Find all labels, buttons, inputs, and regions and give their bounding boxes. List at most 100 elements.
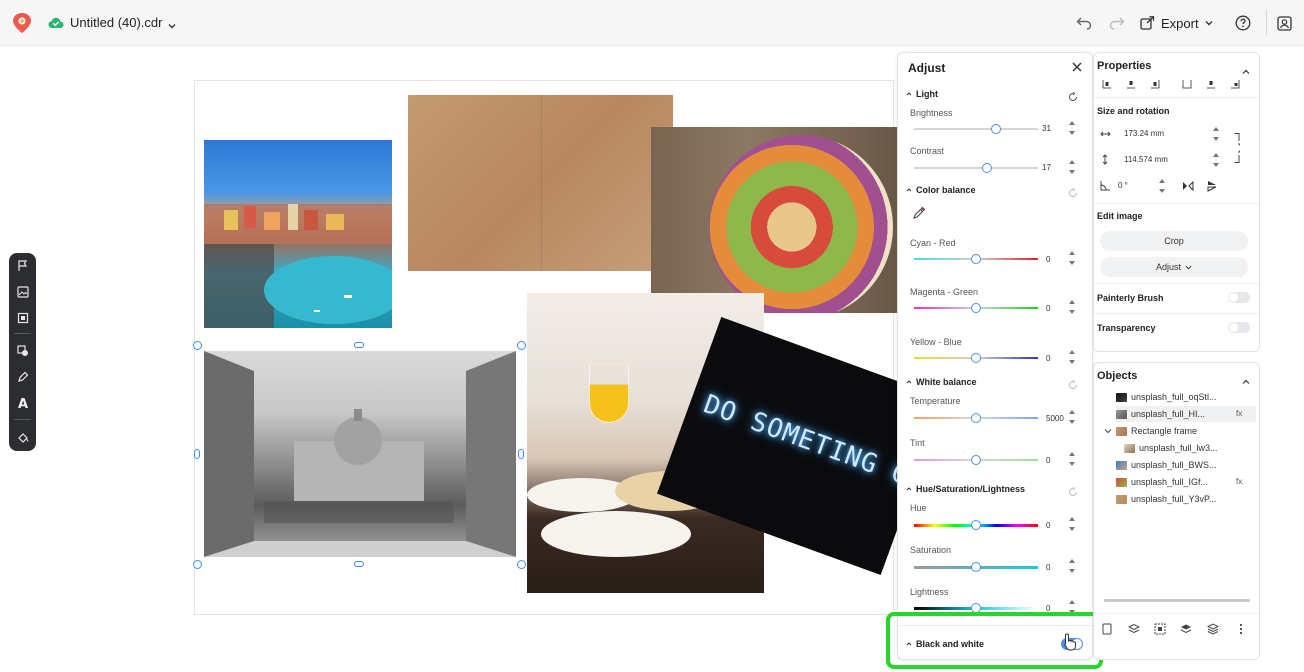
cyan-red-stepper[interactable]: [1068, 251, 1076, 265]
selection-handle-top-left[interactable]: [193, 341, 202, 350]
flip-horizontal-icon[interactable]: [1182, 179, 1194, 192]
page-icon[interactable]: [1100, 622, 1114, 636]
width-stepper[interactable]: [1212, 127, 1220, 141]
transparency-toggle[interactable]: [1228, 322, 1250, 333]
shape-icon[interactable]: [13, 341, 32, 360]
pen-icon[interactable]: [13, 367, 32, 386]
brightness-thumb[interactable]: [991, 124, 1001, 134]
selection-handle-left[interactable]: [194, 449, 200, 459]
reset-icon[interactable]: [1068, 484, 1080, 496]
tint-thumb[interactable]: [971, 455, 981, 465]
saturation-value[interactable]: 0: [1046, 563, 1070, 572]
close-icon[interactable]: [1070, 60, 1084, 74]
chevron-up-icon[interactable]: [1242, 63, 1250, 74]
object-group-rectangle-frame[interactable]: Rectangle frame: [1104, 423, 1197, 439]
text-icon[interactable]: A: [13, 393, 32, 412]
flag-icon[interactable]: [13, 256, 32, 275]
yellow-blue-stepper[interactable]: [1068, 350, 1076, 364]
lightness-stepper[interactable]: [1068, 600, 1076, 614]
object-item[interactable]: unsplash_full_Y3vP...: [1116, 491, 1216, 507]
contrast-stepper[interactable]: [1068, 160, 1076, 174]
selection-handle-right[interactable]: [518, 449, 524, 459]
effects-icon[interactable]: fx: [1236, 409, 1242, 418]
logo-icon[interactable]: [12, 12, 32, 34]
lightness-thumb[interactable]: [971, 603, 981, 613]
undo-icon[interactable]: [1074, 13, 1094, 33]
yellow-blue-value[interactable]: 0: [1046, 354, 1070, 363]
object-item[interactable]: unsplash_full_BWS...: [1116, 457, 1217, 473]
painterly-brush-toggle[interactable]: [1228, 292, 1250, 303]
section-color-balance[interactable]: Color balance: [906, 185, 976, 195]
section-light[interactable]: Light: [906, 89, 938, 99]
saturation-thumb[interactable]: [971, 562, 981, 572]
hue-thumb[interactable]: [971, 520, 981, 530]
object-item[interactable]: unsplash_full_lw3...: [1124, 440, 1218, 456]
rotation-stepper[interactable]: [1158, 179, 1166, 193]
tint-value[interactable]: 0: [1046, 456, 1070, 465]
export-button[interactable]: Export: [1140, 11, 1213, 35]
section-white-balance[interactable]: White balance: [906, 377, 977, 387]
section-hue-saturation-lightness[interactable]: Hue/Saturation/Lightness: [906, 484, 1025, 494]
adjust-button[interactable]: Adjust: [1100, 257, 1248, 277]
cyan-red-value[interactable]: 0: [1046, 255, 1070, 264]
section-black-and-white[interactable]: Black and white: [906, 639, 984, 649]
photo-kraft-paper[interactable]: [408, 95, 673, 271]
photo-salad-bowl[interactable]: [651, 127, 897, 313]
brightness-value[interactable]: 31: [1042, 124, 1066, 133]
fill-icon[interactable]: [13, 427, 32, 446]
saturation-stepper[interactable]: [1068, 559, 1076, 573]
object-item-selected[interactable]: unsplash_full_HI...: [1116, 406, 1256, 422]
layers-icon[interactable]: [1179, 622, 1193, 636]
flip-vertical-icon[interactable]: [1206, 179, 1218, 192]
align-middle-icon[interactable]: [1202, 77, 1220, 91]
reset-icon[interactable]: [1068, 185, 1080, 197]
height-stepper[interactable]: [1212, 153, 1220, 167]
selection-handle-bottom-left[interactable]: [193, 560, 202, 569]
photo-coastal-village[interactable]: [204, 140, 392, 328]
chevron-down-icon[interactable]: [168, 17, 176, 29]
reset-icon[interactable]: [1068, 89, 1080, 101]
contrast-value[interactable]: 17: [1042, 163, 1066, 172]
magenta-green-value[interactable]: 0: [1046, 304, 1070, 313]
magenta-green-stepper[interactable]: [1068, 300, 1076, 314]
redo-icon[interactable]: [1107, 13, 1127, 33]
add-layer-icon[interactable]: [1127, 622, 1141, 636]
selection-handle-bottom[interactable]: [354, 561, 364, 567]
profile-icon[interactable]: [1274, 13, 1294, 33]
crop-button[interactable]: Crop: [1100, 231, 1248, 251]
yellow-blue-thumb[interactable]: [971, 353, 981, 363]
height-field[interactable]: 114.574 mm: [1098, 150, 1224, 169]
object-item[interactable]: unsplash_full_oqStl...: [1116, 389, 1217, 405]
brightness-slider[interactable]: [914, 128, 1038, 130]
contrast-slider[interactable]: [914, 167, 1038, 169]
reset-icon[interactable]: [1068, 377, 1080, 389]
more-options-icon[interactable]: [1234, 622, 1248, 636]
photo-rome-street[interactable]: [204, 351, 516, 557]
chevron-up-icon[interactable]: [1242, 373, 1250, 384]
width-field[interactable]: 173.24 mm: [1098, 124, 1224, 143]
selection-handle-top-right[interactable]: [517, 341, 526, 350]
align-top-icon[interactable]: [1178, 77, 1196, 91]
align-left-icon[interactable]: [1098, 77, 1116, 91]
temperature-stepper[interactable]: [1068, 410, 1076, 424]
document-title[interactable]: Untitled (40).cdr: [70, 15, 162, 30]
select-area-icon[interactable]: [1153, 622, 1167, 636]
align-center-icon[interactable]: [1122, 77, 1140, 91]
objects-scrollbar[interactable]: [1104, 599, 1250, 602]
cyan-red-thumb[interactable]: [971, 254, 981, 264]
eyedropper-icon[interactable]: [912, 206, 928, 222]
selection-handle-bottom-right[interactable]: [517, 560, 526, 569]
brightness-stepper[interactable]: [1068, 121, 1076, 135]
contrast-thumb[interactable]: [982, 163, 992, 173]
align-right-icon[interactable]: [1146, 77, 1164, 91]
selection-handle-top[interactable]: [354, 342, 364, 348]
effects-icon[interactable]: fx: [1236, 477, 1242, 486]
object-item[interactable]: unsplash_full_IGf...: [1116, 474, 1208, 490]
lock-ratio-icon[interactable]: [1234, 133, 1241, 163]
lightness-value[interactable]: 0: [1046, 604, 1070, 613]
magenta-green-thumb[interactable]: [971, 303, 981, 313]
align-bottom-icon[interactable]: [1226, 77, 1244, 91]
hue-value[interactable]: 0: [1046, 521, 1070, 530]
frame-icon[interactable]: [13, 308, 32, 327]
temperature-thumb[interactable]: [971, 413, 981, 423]
